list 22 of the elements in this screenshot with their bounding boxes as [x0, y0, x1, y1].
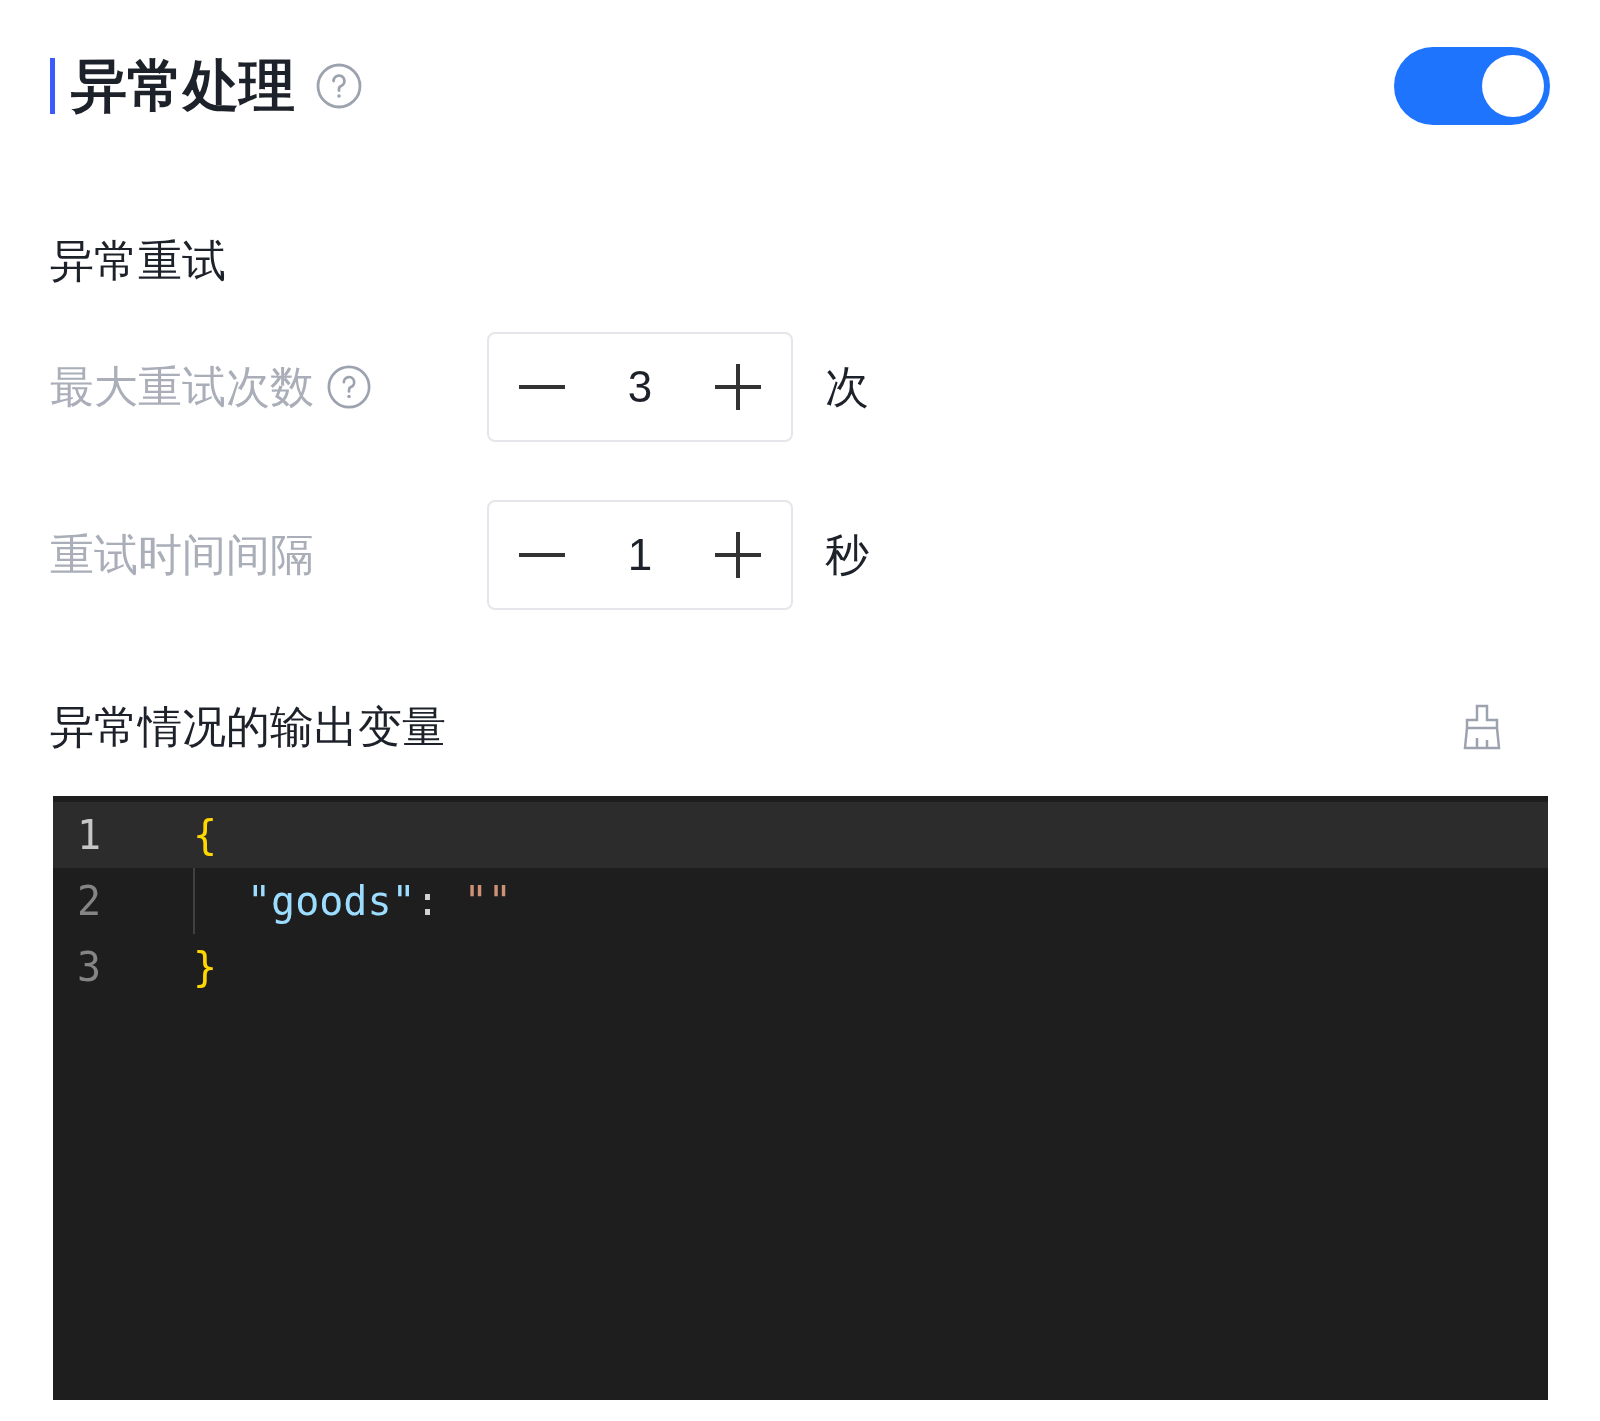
line-number: 2 — [76, 877, 103, 926]
unit-label: 秒 — [825, 529, 869, 581]
section-title: 异常处理 — [71, 53, 295, 119]
plus-icon[interactable] — [713, 362, 763, 412]
number-stepper[interactable]: 1 — [487, 500, 793, 610]
indent-guide — [193, 868, 195, 934]
line-number: 1 — [76, 811, 103, 860]
code-line: "goods": "" — [247, 877, 512, 926]
line-number: 3 — [76, 943, 103, 992]
subsection-heading: 异常情况的输出变量 — [50, 701, 446, 753]
field-label: 重试时间间隔 — [50, 529, 314, 581]
number-stepper[interactable]: 3 — [487, 332, 793, 442]
code-line: } — [193, 943, 218, 992]
stepper-value: 1 — [627, 529, 653, 581]
plus-icon[interactable] — [713, 530, 763, 580]
code-line: { — [193, 811, 218, 860]
stepper-value: 3 — [627, 361, 653, 413]
code-editor[interactable]: 1 { 2 "goods": "" 3 } — [53, 796, 1548, 1400]
field-label: 最大重试次数 — [50, 361, 314, 413]
subsection-heading: 异常重试 — [50, 235, 227, 287]
unit-label: 次 — [825, 361, 869, 413]
accent-bar — [50, 58, 55, 114]
